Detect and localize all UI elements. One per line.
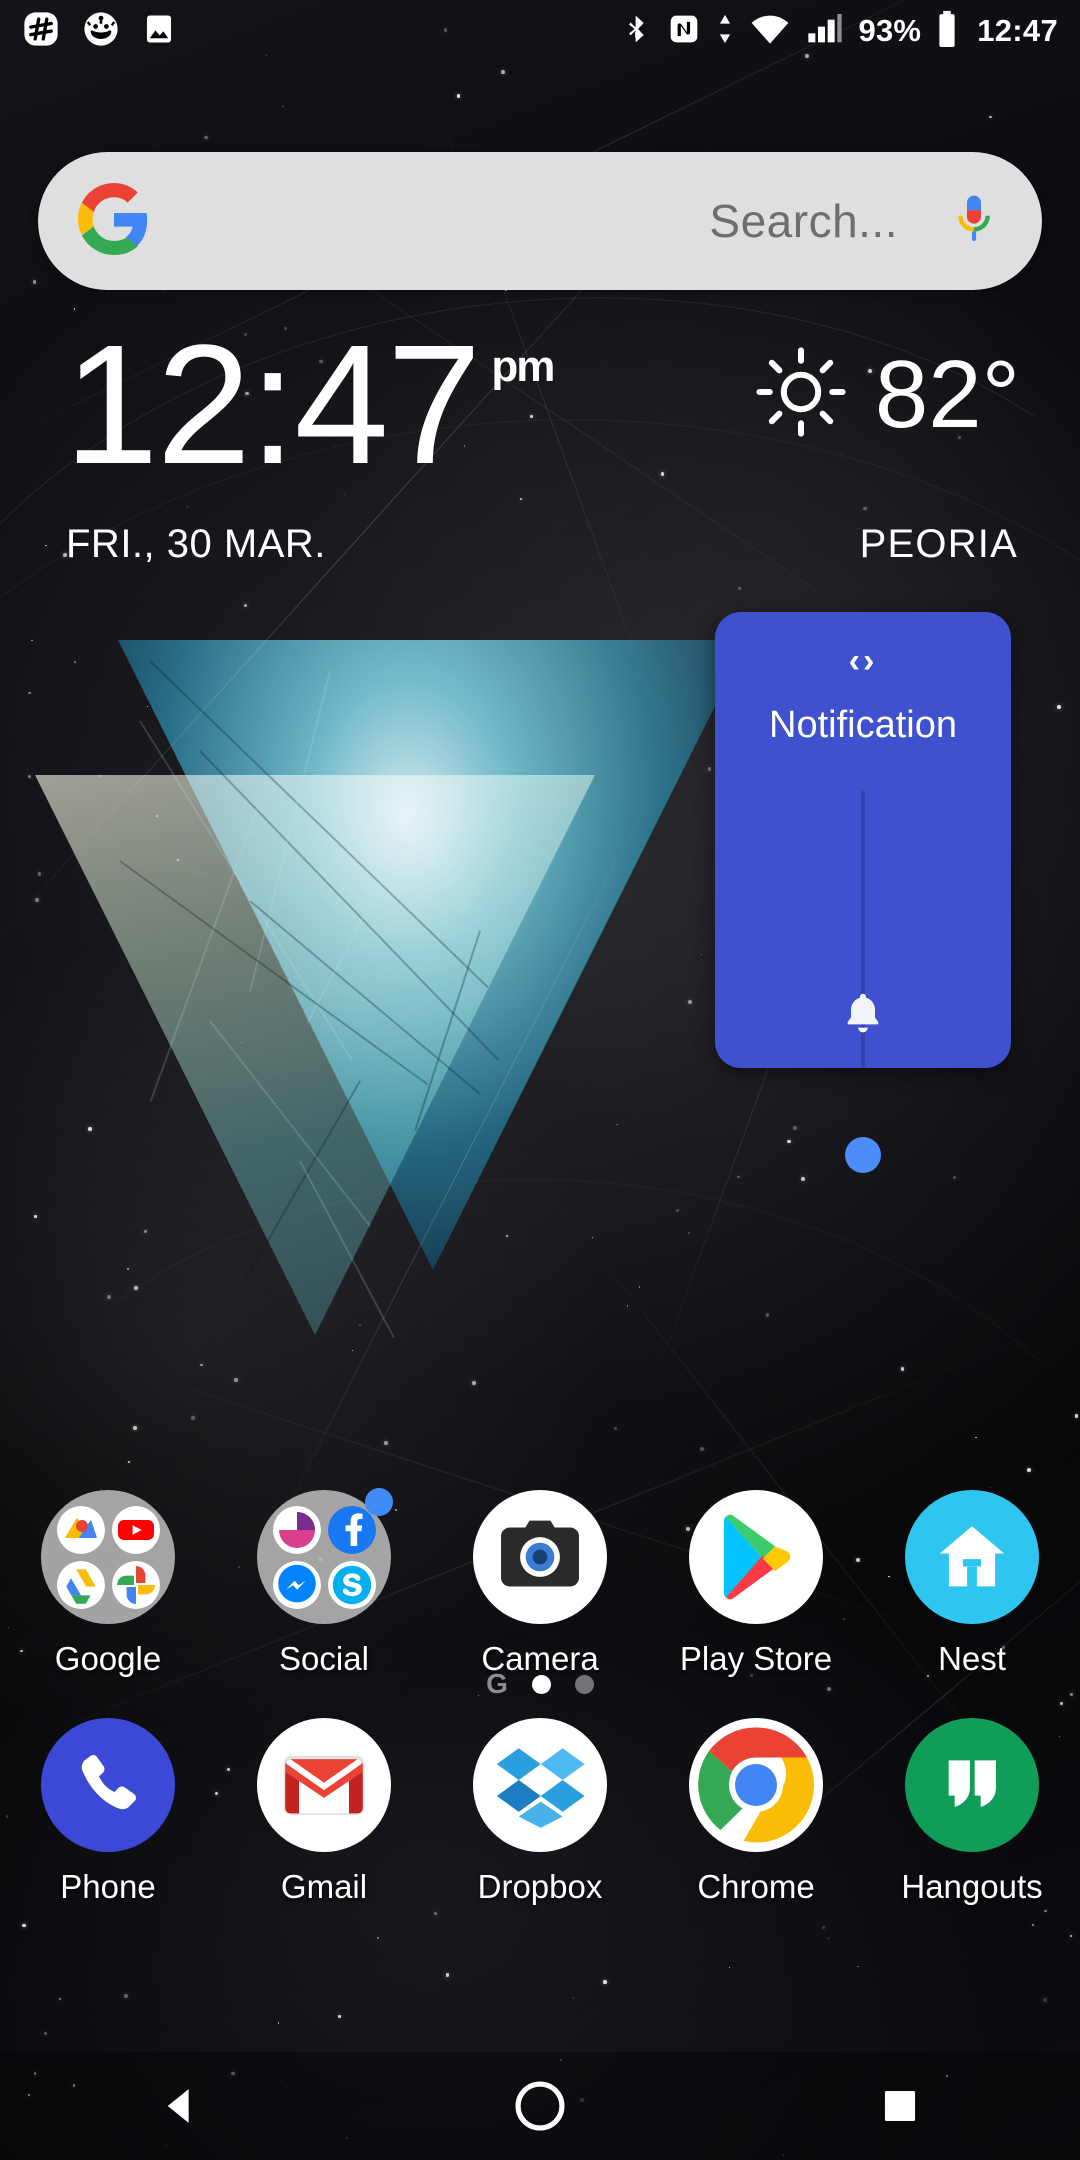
google-folder-icon[interactable] <box>41 1490 175 1624</box>
nfc-icon <box>667 12 701 51</box>
navigation-bar <box>0 2052 1080 2160</box>
recents-icon[interactable] <box>820 2052 980 2160</box>
volume-panel-title: Notification <box>769 704 957 746</box>
weather-block[interactable]: 82° <box>753 344 1020 445</box>
back-icon[interactable] <box>100 2052 260 2160</box>
app-label: Chrome <box>697 1868 815 1905</box>
google-page-dot[interactable]: G <box>486 1670 508 1698</box>
google-search-bar[interactable]: Search... <box>38 152 1042 290</box>
app-nest[interactable]: Nest <box>864 1490 1080 1678</box>
reddit-alien-icon <box>82 10 120 53</box>
facebook-icon <box>327 1505 376 1554</box>
phone-icon[interactable] <box>41 1718 175 1852</box>
search-input[interactable]: Search... <box>150 194 946 248</box>
microphone-icon[interactable] <box>946 191 1002 252</box>
google-g-icon <box>78 182 150 260</box>
photo-icon <box>142 12 176 51</box>
battery-percent: 93% <box>858 13 922 48</box>
app-gmail[interactable]: Gmail <box>216 1718 432 1906</box>
home-icon[interactable] <box>460 2052 620 2160</box>
widget-date: FRI., 30 MAR. <box>66 522 326 566</box>
app-dropbox[interactable]: Dropbox <box>432 1718 648 1906</box>
app-label: Hangouts <box>901 1868 1043 1905</box>
app-camera[interactable]: Camera <box>432 1490 648 1678</box>
weather-temperature: 82° <box>874 340 1020 448</box>
camera-icon[interactable] <box>473 1490 607 1624</box>
app-phone[interactable]: Phone <box>0 1718 216 1906</box>
maps-icon <box>56 1505 105 1554</box>
slack-hash-icon <box>22 10 60 53</box>
gmail-icon[interactable] <box>257 1718 391 1852</box>
app-hangouts[interactable]: Hangouts <box>864 1718 1080 1906</box>
wallpaper-triangle-art <box>0 600 800 1400</box>
google-photos-icon <box>111 1560 160 1609</box>
notification-badge <box>365 1488 393 1516</box>
app-label: Dropbox <box>477 1868 603 1905</box>
app-label: Gmail <box>280 1868 368 1905</box>
volume-slider-thumb[interactable] <box>845 1137 881 1173</box>
social-folder-icon[interactable] <box>257 1488 393 1624</box>
bluetooth-icon <box>621 12 653 51</box>
clock-weather-widget[interactable]: 12:47 pm FRI., 30 MAR. 82° PEORIA <box>0 310 1080 600</box>
drive-icon <box>56 1560 105 1609</box>
battery-full-icon <box>935 10 959 53</box>
page-dot-1[interactable] <box>531 1674 551 1694</box>
widget-ampm: pm <box>491 342 555 391</box>
app-play-store[interactable]: Play Store <box>648 1490 864 1678</box>
dropbox-icon[interactable] <box>473 1718 607 1852</box>
nest-icon[interactable] <box>905 1490 1039 1624</box>
page-dot-2[interactable] <box>574 1674 594 1694</box>
expand-volume-icon[interactable]: ‹› <box>849 644 878 678</box>
weather-city: PEORIA <box>859 522 1018 566</box>
widget-time[interactable]: 12:47 pm <box>64 310 555 500</box>
dock: Phone Gmail Dropbox Chrome Hangouts <box>0 1718 1080 1906</box>
hangouts-icon[interactable] <box>905 1718 1039 1852</box>
pie-app-icon <box>272 1505 321 1554</box>
app-google-folder[interactable]: Google <box>0 1490 216 1678</box>
play-store-icon[interactable] <box>689 1490 823 1624</box>
widget-time-value: 12:47 <box>64 310 481 500</box>
youtube-icon <box>111 1505 160 1554</box>
cell-signal-icon <box>805 12 845 51</box>
chrome-icon[interactable] <box>689 1718 823 1852</box>
status-bar[interactable]: 93% 12:47 <box>0 0 1080 62</box>
app-label: Phone <box>60 1868 156 1905</box>
notification-volume-panel[interactable]: ‹› Notification <box>715 612 1011 1173</box>
sun-icon <box>753 344 849 445</box>
app-social-folder[interactable]: Social <box>216 1488 432 1678</box>
messenger-icon <box>272 1560 321 1609</box>
bell-icon[interactable] <box>839 989 887 1042</box>
skype-icon <box>327 1560 376 1609</box>
wifi-icon <box>749 12 791 51</box>
status-bar-clock: 12:47 <box>977 13 1058 48</box>
data-transfer-icon <box>715 12 735 51</box>
page-indicator[interactable]: G <box>0 1667 1080 1701</box>
home-app-row: Google Social Camera Play Store Nest <box>0 1488 1080 1678</box>
app-chrome[interactable]: Chrome <box>648 1718 864 1906</box>
